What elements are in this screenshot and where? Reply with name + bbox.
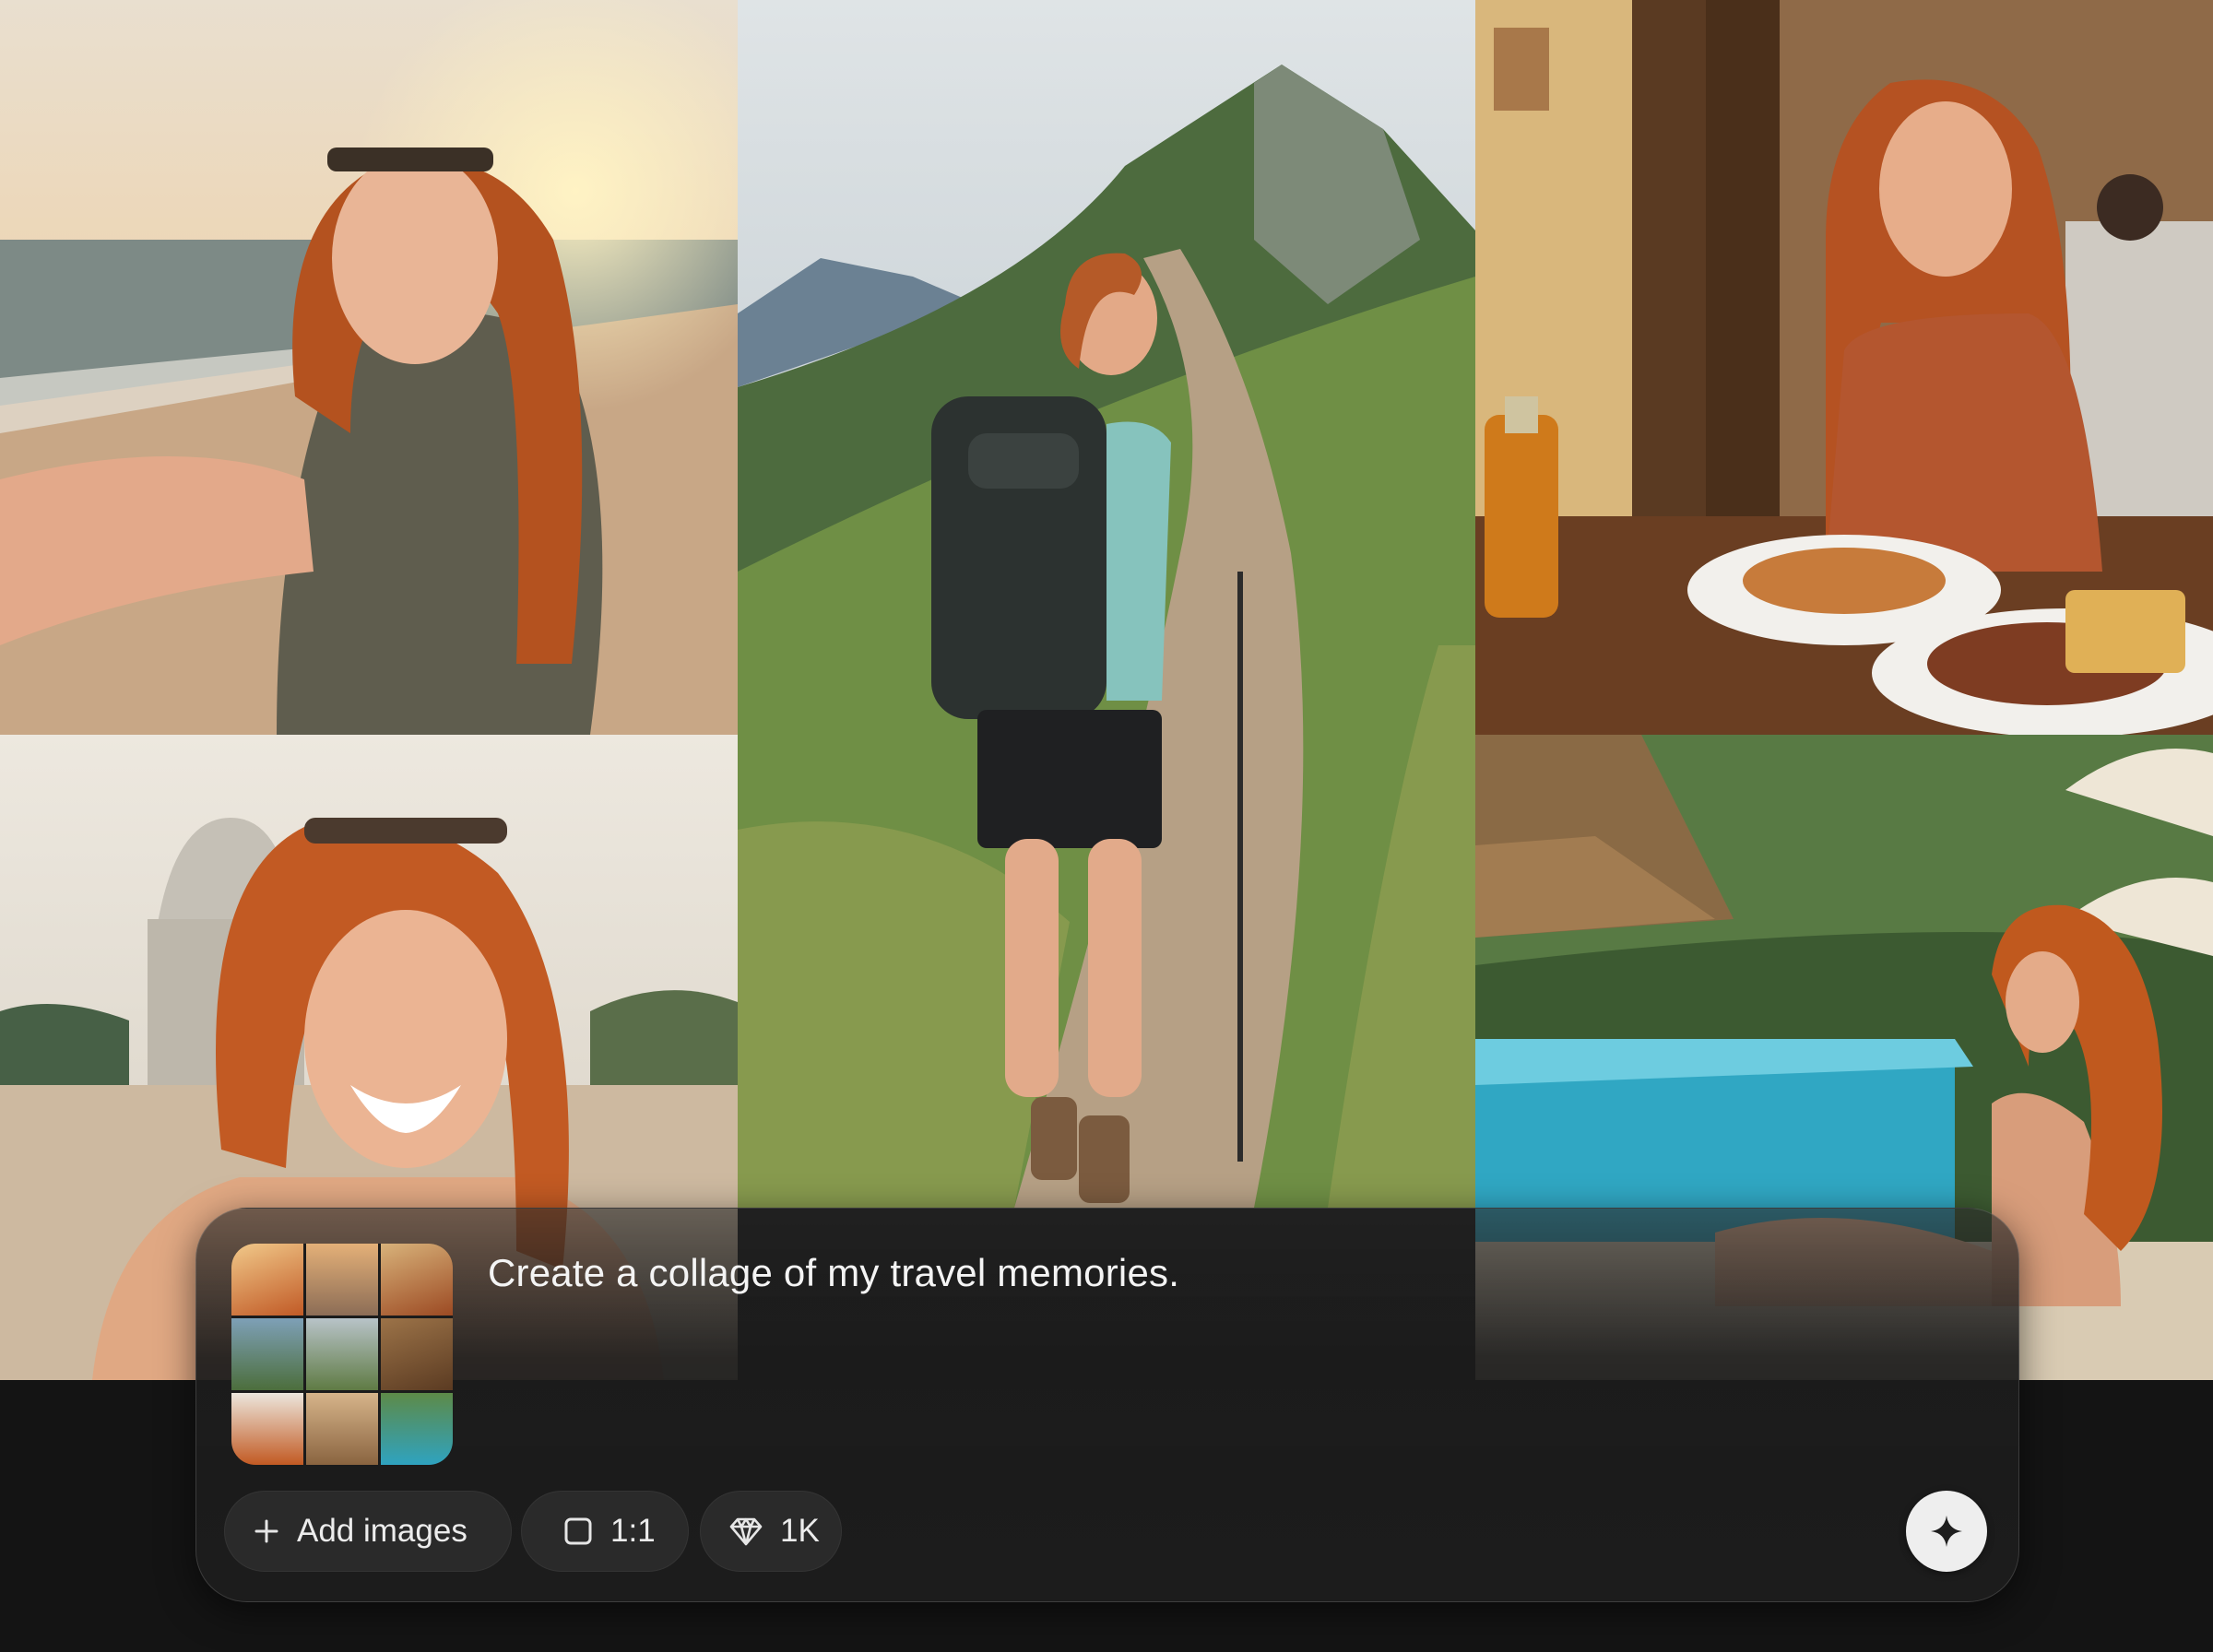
aspect-ratio-label: 1:1 <box>610 1513 656 1549</box>
attached-images-thumbnail[interactable] <box>231 1244 453 1465</box>
square-icon <box>564 1517 592 1545</box>
beach-selfie-photo <box>0 0 738 735</box>
aspect-ratio-button[interactable]: 1:1 <box>521 1491 689 1572</box>
resolution-label: 1K <box>780 1513 820 1549</box>
mountain-hike-photo <box>738 0 1475 1208</box>
sparkle-icon <box>1931 1516 1962 1547</box>
plus-icon <box>254 1519 278 1543</box>
cafe-meal-photo <box>1475 0 2213 735</box>
add-images-button[interactable]: Add images <box>224 1491 512 1572</box>
prompt-composer: Create a collage of my travel memories. … <box>195 1208 2019 1602</box>
prompt-text[interactable]: Create a collage of my travel memories. <box>488 1251 1179 1295</box>
diamond-icon <box>729 1517 763 1546</box>
generate-button[interactable] <box>1906 1491 1987 1572</box>
resolution-button[interactable]: 1K <box>700 1491 842 1572</box>
add-images-label: Add images <box>297 1513 467 1549</box>
